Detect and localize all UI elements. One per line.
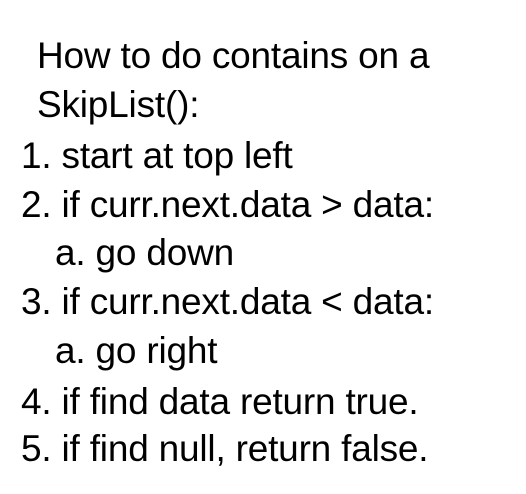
- heading-line-2: SkipList():: [37, 84, 200, 125]
- step-2a: a. go down: [55, 232, 235, 273]
- step-2: 2. if curr.next.data > data:: [21, 184, 434, 225]
- step-3: 3. if curr.next.data < data:: [21, 281, 434, 322]
- step-3a: a. go right: [55, 330, 218, 371]
- step-1: 1. start at top left: [21, 135, 293, 176]
- step-4: 4. if find data return true.: [21, 381, 419, 422]
- document-page: How to do contains on a SkipList(): 1. s…: [0, 0, 526, 494]
- heading-line-1: How to do contains on a: [37, 35, 430, 76]
- step-5: 5. if find null, return false.: [21, 428, 429, 469]
